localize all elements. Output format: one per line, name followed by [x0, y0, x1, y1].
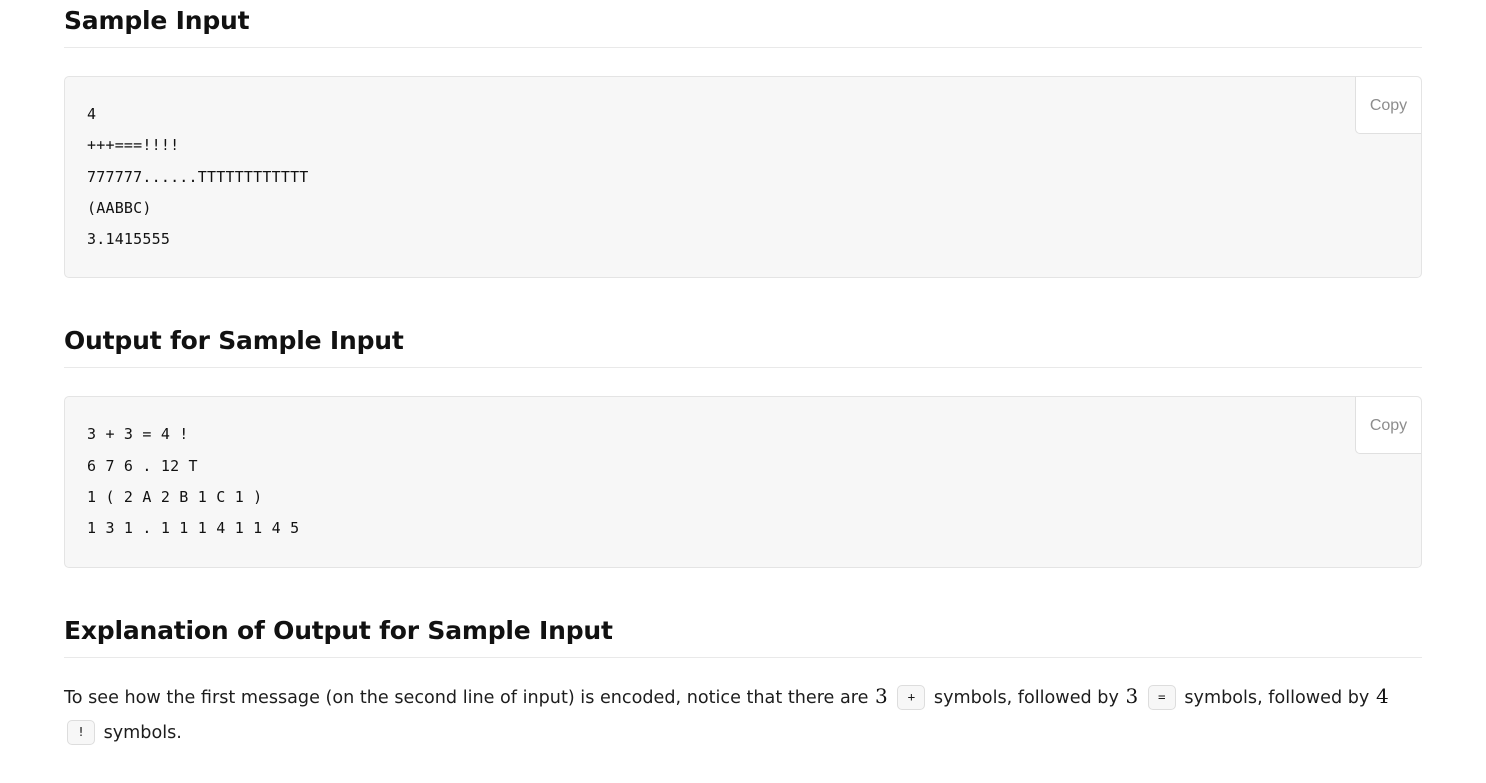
explanation-paragraph: To see how the first message (on the sec… [64, 681, 1422, 751]
content-container: Sample Input 4 +++===!!!! 777777......TT… [64, 6, 1422, 751]
symbol-token-exclamation: ! [67, 719, 95, 746]
page-title-explanation: Explanation of Output for Sample Input [64, 616, 1422, 658]
explanation-count-equals: 3 [1125, 683, 1139, 708]
explanation-count-plus: 3 [875, 683, 888, 708]
explanation-count-exclamation: 4 [1375, 683, 1389, 708]
sample-input-code-text: 4 +++===!!!! 777777......TTTTTTTTTTTT (A… [87, 105, 309, 249]
explanation-text-part-2: symbols, followed by [933, 687, 1119, 708]
copy-sample-output-button[interactable]: Copy [1355, 397, 1421, 455]
symbol-token-plus: + [897, 684, 926, 711]
problem-statement-page: Sample Input 4 +++===!!!! 777777......TT… [0, 6, 1486, 751]
page-title-sample-output: Output for Sample Input [64, 326, 1422, 369]
sample-output-code-text: 3 + 3 = 4 ! 6 7 6 . 12 T 1 ( 2 A 2 B 1 C… [87, 425, 300, 538]
symbol-token-equals: = [1147, 684, 1176, 711]
sample-output-code-block: 3 + 3 = 4 ! 6 7 6 . 12 T 1 ( 2 A 2 B 1 C… [64, 396, 1422, 568]
copy-sample-input-button[interactable]: Copy [1355, 77, 1421, 134]
explanation-text-part-3: symbols, followed by [1184, 687, 1370, 708]
page-title-sample-input: Sample Input [64, 6, 1422, 48]
explanation-text-part-1: To see how the first message (on the sec… [64, 687, 869, 708]
sample-input-code-block: 4 +++===!!!! 777777......TTTTTTTTTTTT (A… [64, 76, 1422, 279]
explanation-text-part-4: symbols. [103, 722, 182, 743]
